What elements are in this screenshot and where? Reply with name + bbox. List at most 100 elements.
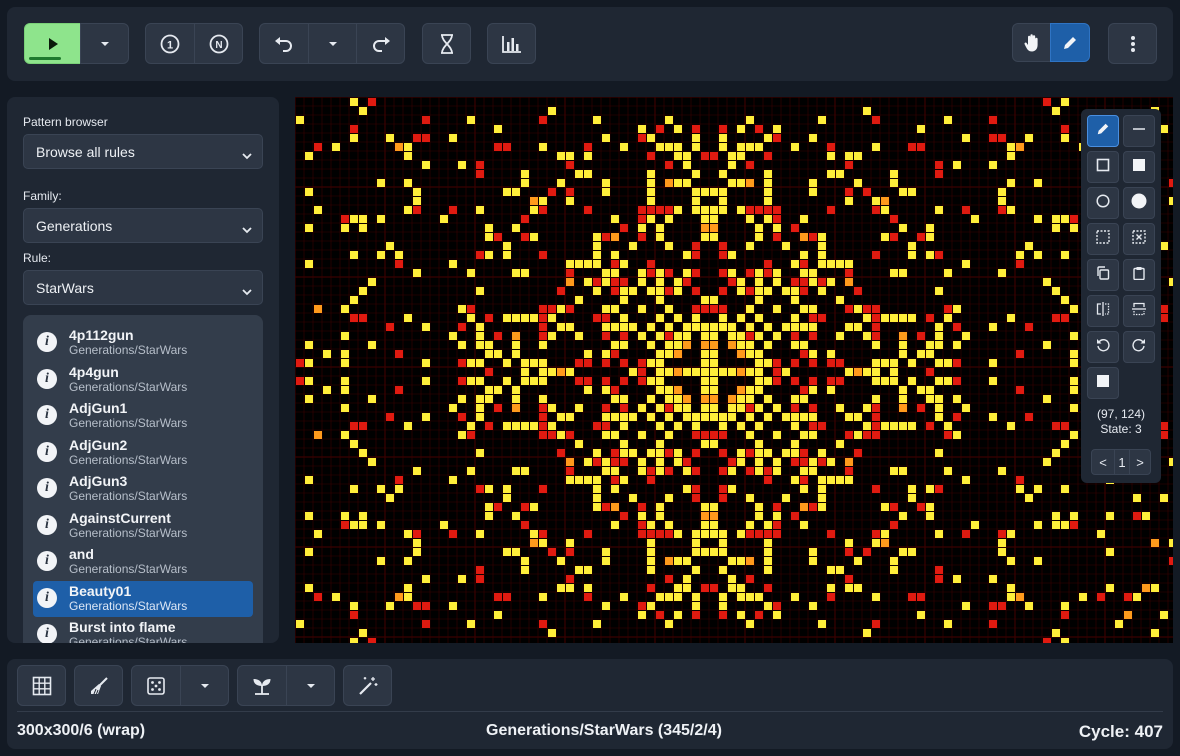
- flip-vertical-button[interactable]: [1123, 295, 1155, 327]
- pattern-name: AgainstCurrent: [69, 509, 171, 526]
- pattern-list-item[interactable]: i Burst into flame Generations/StarWars: [33, 617, 253, 643]
- pattern-sidebar: Pattern browser Browse all rules Family:…: [7, 97, 279, 643]
- line-icon: [1132, 122, 1146, 141]
- pattern-list-item[interactable]: i AgainstCurrent Generations/StarWars: [33, 508, 253, 544]
- cell-grid-canvas[interactable]: [295, 97, 1173, 643]
- info-icon[interactable]: i: [37, 368, 57, 389]
- pattern-name: AdjGun2: [69, 436, 128, 453]
- random-fill-button[interactable]: [1087, 367, 1119, 399]
- previous-state-button[interactable]: <: [1091, 449, 1115, 475]
- pattern-name: Beauty01: [69, 582, 132, 599]
- hand-pan-icon: [1022, 33, 1042, 53]
- step-n-icon: N: [209, 34, 229, 54]
- info-icon[interactable]: i: [37, 551, 57, 571]
- info-icon[interactable]: i: [37, 405, 57, 425]
- seed-options-dropdown[interactable]: [286, 665, 335, 706]
- rotate-right-icon: [1132, 338, 1146, 357]
- rule-value: StarWars: [36, 280, 94, 296]
- clear-button[interactable]: [74, 665, 123, 706]
- play-button[interactable]: [24, 23, 81, 64]
- copy-icon: [1096, 265, 1110, 285]
- pattern-browser-label: Pattern browser: [23, 115, 108, 129]
- rule-label: Rule:: [23, 251, 52, 265]
- next-state-button[interactable]: >: [1129, 449, 1151, 475]
- rotate-left-icon: [1096, 338, 1110, 357]
- info-icon[interactable]: i: [37, 624, 57, 643]
- redo-button[interactable]: [356, 23, 405, 64]
- pattern-list-item[interactable]: i and Generations/StarWars: [33, 544, 253, 580]
- pattern-list-item[interactable]: i AdjGun1 Generations/StarWars: [33, 398, 253, 434]
- info-icon[interactable]: i: [37, 441, 57, 462]
- play-options-dropdown[interactable]: [80, 23, 129, 64]
- chevron-down-icon: [242, 147, 252, 163]
- copy-button[interactable]: [1087, 259, 1119, 291]
- pencil-tool-button[interactable]: [1087, 115, 1119, 147]
- circle-filled-icon: [1131, 193, 1147, 214]
- sprout-icon: [252, 676, 272, 696]
- grid-size-status: 300x300/6 (wrap): [17, 722, 146, 739]
- cell-grid[interactable]: [295, 97, 1173, 643]
- rotate-right-button[interactable]: [1123, 331, 1155, 363]
- seed-button[interactable]: [237, 665, 287, 706]
- undo-icon: [274, 36, 294, 52]
- undo-button[interactable]: [259, 23, 309, 64]
- pan-mode-button[interactable]: [1012, 23, 1051, 62]
- pattern-list-item[interactable]: i Beauty01 Generations/StarWars: [33, 580, 253, 617]
- randomize-options-dropdown[interactable]: [180, 665, 229, 706]
- step-n-button[interactable]: N: [194, 23, 243, 64]
- pattern-name: AdjGun3: [69, 473, 128, 489]
- family-value: Generations: [36, 218, 113, 234]
- redo-icon: [371, 36, 391, 52]
- step-one-icon: 1: [160, 34, 180, 54]
- pattern-name: Burst into flame: [69, 619, 176, 635]
- rotate-left-button[interactable]: [1087, 331, 1119, 363]
- bar-chart-icon: [501, 35, 522, 53]
- pattern-family: Generations/StarWars: [69, 598, 188, 613]
- rectangle-filled-tool-button[interactable]: [1123, 151, 1155, 183]
- flip-horizontal-button[interactable]: [1087, 295, 1119, 327]
- deselect-icon: [1132, 229, 1146, 249]
- info-icon[interactable]: i: [37, 332, 57, 352]
- rule-select[interactable]: StarWars: [23, 270, 263, 305]
- magic-wand-icon: [358, 676, 378, 696]
- draw-mode-button[interactable]: [1050, 23, 1090, 62]
- chevron-down-icon: [99, 40, 111, 48]
- paste-button[interactable]: [1123, 259, 1155, 291]
- chevron-down-icon: [242, 221, 252, 237]
- circle-filled-tool-button[interactable]: [1123, 187, 1155, 219]
- magic-wand-button[interactable]: [343, 665, 392, 706]
- pattern-family: Generations/StarWars: [69, 562, 188, 576]
- info-icon[interactable]: i: [37, 514, 57, 535]
- timing-button[interactable]: [422, 23, 471, 64]
- pattern-family: Generations/StarWars: [69, 525, 188, 540]
- grid-toggle-button[interactable]: [17, 665, 66, 706]
- deselect-tool-button[interactable]: [1123, 223, 1155, 255]
- pattern-name: and: [69, 546, 94, 562]
- circle-outline-tool-button[interactable]: [1087, 187, 1119, 219]
- family-select[interactable]: Generations: [23, 208, 263, 243]
- pattern-family: Generations/StarWars: [69, 343, 188, 357]
- dice-icon: [146, 676, 166, 696]
- line-tool-button[interactable]: [1123, 115, 1155, 147]
- undo-history-dropdown[interactable]: [308, 23, 357, 64]
- pencil-icon: [1062, 35, 1078, 51]
- select-tool-button[interactable]: [1087, 223, 1119, 255]
- statistics-button[interactable]: [487, 23, 536, 64]
- pattern-browser-select[interactable]: Browse all rules: [23, 134, 263, 169]
- pattern-list-item[interactable]: i 4p112gun Generations/StarWars: [33, 325, 253, 361]
- pattern-family: Generations/StarWars: [69, 452, 188, 467]
- step-one-button[interactable]: 1: [145, 23, 195, 64]
- pattern-list-item[interactable]: i AdjGun2 Generations/StarWars: [33, 435, 253, 471]
- flip-horizontal-icon: [1096, 301, 1110, 321]
- main-menu-button[interactable]: [1108, 23, 1157, 64]
- info-icon[interactable]: i: [37, 587, 57, 608]
- pattern-family: Generations/StarWars: [69, 635, 188, 643]
- rectangle-outline-tool-button[interactable]: [1087, 151, 1119, 183]
- info-icon[interactable]: i: [37, 478, 57, 498]
- randomize-button[interactable]: [131, 665, 181, 706]
- broom-icon: [89, 676, 109, 696]
- pattern-list[interactable]: i 4p112gun Generations/StarWars i 4p4gun Gene…: [23, 315, 263, 643]
- pattern-list-item[interactable]: i AdjGun3 Generations/StarWars: [33, 471, 253, 507]
- cycle-counter: Cycle: 407: [1078, 722, 1163, 741]
- pattern-list-item[interactable]: i 4p4gun Generations/StarWars: [33, 362, 253, 398]
